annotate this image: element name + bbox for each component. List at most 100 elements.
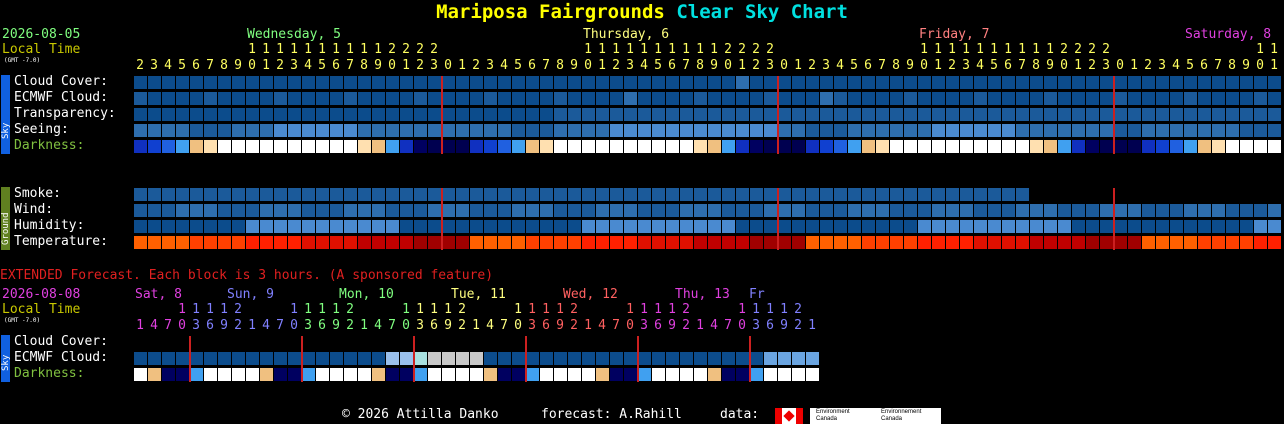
hour-tens-label: 1 bbox=[682, 42, 690, 57]
transparency-block bbox=[372, 108, 385, 121]
temperature-block bbox=[1240, 236, 1253, 249]
darkness-block bbox=[638, 140, 651, 153]
darkness-block bbox=[890, 140, 903, 153]
humidity-block bbox=[484, 220, 497, 233]
cloud-block bbox=[1212, 76, 1225, 89]
ext-ecmwf-block bbox=[218, 352, 231, 365]
hour-units-label: 6 bbox=[1200, 58, 1208, 73]
humidity-block bbox=[1114, 220, 1127, 233]
seeing-block bbox=[624, 124, 637, 137]
transparency-block bbox=[344, 108, 357, 121]
temperature-block bbox=[134, 236, 147, 249]
ecmwf-block bbox=[974, 92, 987, 105]
ecmwf-block bbox=[778, 92, 791, 105]
smoke-block bbox=[834, 188, 847, 201]
smoke-block bbox=[848, 188, 861, 201]
wind-block bbox=[176, 204, 189, 217]
humidity-block bbox=[1212, 220, 1225, 233]
seeing-block bbox=[190, 124, 203, 137]
seeing-block bbox=[1114, 124, 1127, 137]
temperature-block bbox=[932, 236, 945, 249]
hour-units-label: 0 bbox=[1060, 58, 1068, 73]
darkness-block bbox=[1198, 140, 1211, 153]
ecmwf-block bbox=[1002, 92, 1015, 105]
transparency-block bbox=[428, 108, 441, 121]
cloud-block bbox=[246, 76, 259, 89]
cloud-block bbox=[288, 76, 301, 89]
humidity-block bbox=[918, 220, 931, 233]
transparency-block bbox=[1016, 108, 1029, 121]
wind-block bbox=[750, 204, 763, 217]
hour-tens-label: 1 bbox=[920, 42, 928, 57]
seeing-block bbox=[260, 124, 273, 137]
humidity-block bbox=[540, 220, 553, 233]
ext-hour-units-label: 7 bbox=[164, 318, 172, 333]
cloud-block bbox=[1044, 76, 1057, 89]
temperature-block bbox=[190, 236, 203, 249]
ecmwf-block bbox=[750, 92, 763, 105]
transparency-block bbox=[624, 108, 637, 121]
ext-darkness-block bbox=[302, 368, 315, 381]
ecmwf-block bbox=[218, 92, 231, 105]
hour-units-label: 3 bbox=[626, 58, 634, 73]
hour-units-label: 0 bbox=[920, 58, 928, 73]
smoke-block bbox=[750, 188, 763, 201]
hour-tens-label: 1 bbox=[1032, 42, 1040, 57]
seeing-block bbox=[1268, 124, 1281, 137]
wind-block bbox=[1058, 204, 1071, 217]
smoke-block bbox=[764, 188, 777, 201]
hour-units-label: 6 bbox=[668, 58, 676, 73]
humidity-block bbox=[1156, 220, 1169, 233]
ext-ecmwf-block bbox=[568, 352, 581, 365]
cloud-block bbox=[1170, 76, 1183, 89]
darkness-block bbox=[302, 140, 315, 153]
hour-units-label: 3 bbox=[822, 58, 830, 73]
ecmwf-block bbox=[1030, 92, 1043, 105]
wind-block bbox=[414, 204, 427, 217]
ext-ecmwf-block bbox=[330, 352, 343, 365]
ext-hour-tens-label: 1 bbox=[444, 302, 452, 317]
ext-hour-units-label: 9 bbox=[556, 318, 564, 333]
hour-tens-label: 2 bbox=[416, 42, 424, 57]
ext-ecmwf-block bbox=[176, 352, 189, 365]
hour-tens-label: 2 bbox=[724, 42, 732, 57]
transparency-block bbox=[526, 108, 539, 121]
transparency-block bbox=[904, 108, 917, 121]
cloud-block bbox=[526, 76, 539, 89]
ext-hour-units-label: 6 bbox=[654, 318, 662, 333]
hour-units-label: 3 bbox=[290, 58, 298, 73]
humidity-block bbox=[358, 220, 371, 233]
seeing-block bbox=[358, 124, 371, 137]
ext-hour-tens-label: 2 bbox=[234, 302, 242, 317]
ext-ecmwf-block bbox=[624, 352, 637, 365]
seeing-block bbox=[1086, 124, 1099, 137]
seeing-block bbox=[666, 124, 679, 137]
ecmwf-block bbox=[820, 92, 833, 105]
ext-darkness-block bbox=[540, 368, 553, 381]
ecmwf-block bbox=[568, 92, 581, 105]
cloud-block bbox=[1058, 76, 1071, 89]
seeing-block bbox=[148, 124, 161, 137]
cloud-block bbox=[1254, 76, 1267, 89]
hour-units-label: 1 bbox=[458, 58, 466, 73]
transparency-block bbox=[176, 108, 189, 121]
temperature-block bbox=[1268, 236, 1281, 249]
cloud-block bbox=[610, 76, 623, 89]
midnight-line bbox=[777, 76, 779, 154]
ext-ecmwf-block bbox=[442, 352, 455, 365]
transparency-block bbox=[330, 108, 343, 121]
hour-units-label: 2 bbox=[612, 58, 620, 73]
seeing-block bbox=[1044, 124, 1057, 137]
ext-darkness-block bbox=[750, 368, 763, 381]
temperature-block bbox=[1170, 236, 1183, 249]
hour-tens-label: 2 bbox=[1074, 42, 1082, 57]
wind-block bbox=[204, 204, 217, 217]
cloud-block bbox=[148, 76, 161, 89]
wind-block bbox=[918, 204, 931, 217]
temperature-block bbox=[162, 236, 175, 249]
ecmwf-block bbox=[1072, 92, 1085, 105]
temperature-block bbox=[344, 236, 357, 249]
ecmwf-block bbox=[792, 92, 805, 105]
hour-tens-label: 1 bbox=[640, 42, 648, 57]
darkness-block bbox=[806, 140, 819, 153]
